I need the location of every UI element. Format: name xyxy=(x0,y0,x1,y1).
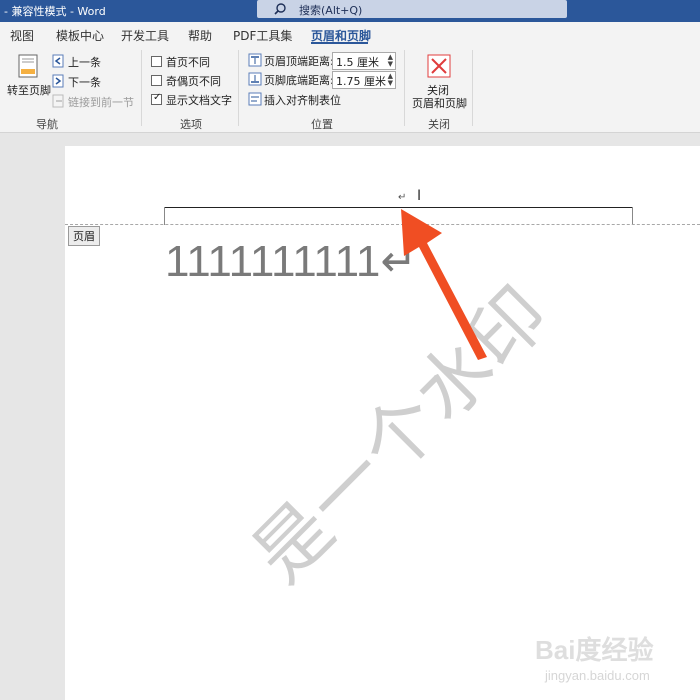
baidu-logo: Bai度经验 xyxy=(535,635,654,665)
annotation-arrow-icon xyxy=(401,209,487,360)
baidu-url: jingyan.baidu.com xyxy=(545,668,650,683)
